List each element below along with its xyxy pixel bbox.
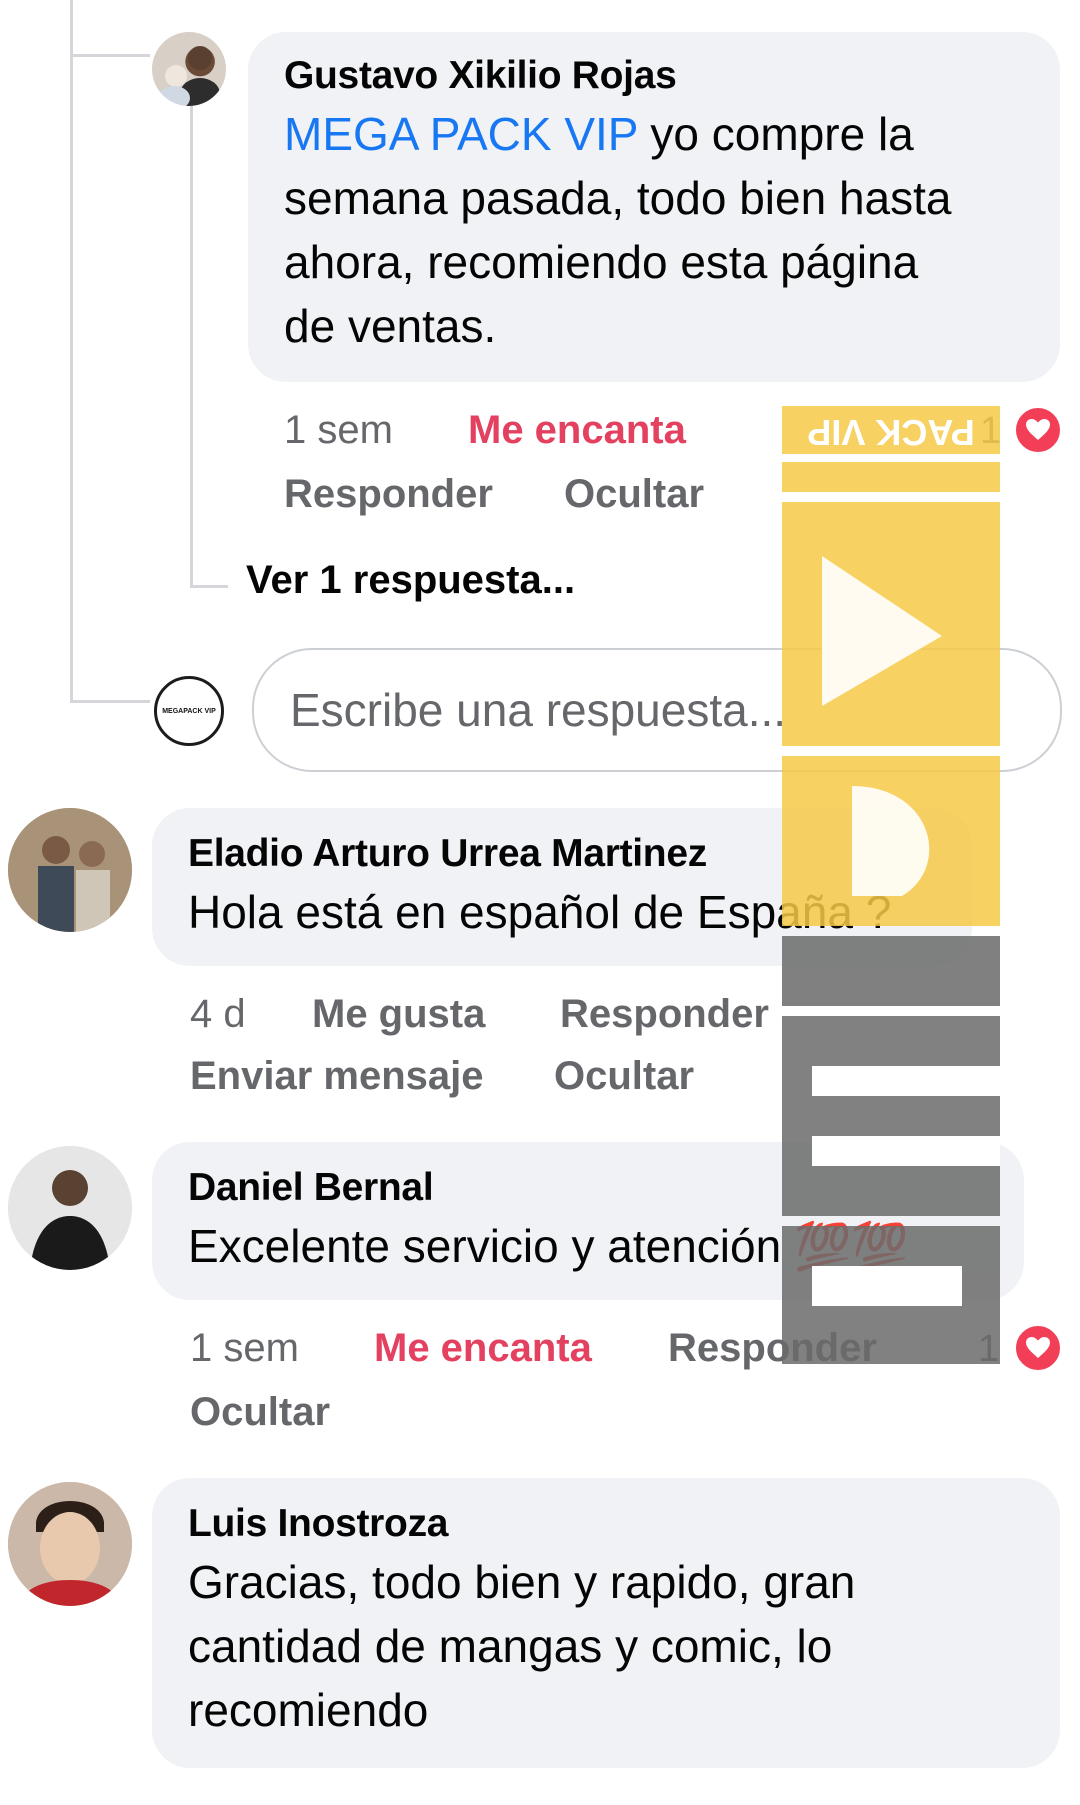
avatar[interactable] [8, 1482, 132, 1606]
comment-bubble: Eladio Arturo Urrea Martinez Hola está e… [152, 808, 972, 966]
watermark-top-text: PACK VIP [807, 412, 974, 453]
avatar-photo-icon [8, 1146, 132, 1270]
avatar[interactable] [8, 808, 132, 932]
heart-reaction-icon[interactable] [1012, 404, 1064, 456]
reply-button[interactable]: Responder [668, 1326, 877, 1371]
hundred-points-emoji: 💯💯 [793, 1220, 909, 1272]
comment-bubble: Luis Inostroza Gracias, todo bien y rapi… [152, 1478, 1060, 1768]
reply-bubble: Gustavo Xikilio Rojas MEGA PACK VIP yo c… [248, 32, 1060, 382]
comment-time[interactable]: 4 d [190, 992, 246, 1037]
hide-button[interactable]: Ocultar [554, 1054, 694, 1099]
page-avatar-text: MEGAPACK VIP [162, 707, 216, 715]
comment-time[interactable]: 1 sem [190, 1326, 299, 1371]
comment-bubble: Daniel Bernal Excelente servicio y atenc… [152, 1142, 1024, 1300]
hide-button[interactable]: Ocultar [564, 472, 704, 517]
avatar[interactable] [8, 1146, 132, 1270]
thread-line-outer [70, 0, 73, 700]
reaction-count[interactable]: 1 [980, 410, 1001, 453]
reaction-button[interactable]: Me encanta [374, 1326, 592, 1371]
comment-text: Excelente servicio y atención 💯💯 [188, 1220, 909, 1272]
reaction-button[interactable]: Me encanta [468, 408, 686, 453]
comment-text: MEGA PACK VIP yo compre la semana pasada… [284, 108, 952, 352]
avatar-photo-icon [8, 808, 132, 932]
avatar[interactable] [152, 32, 226, 106]
reply-input[interactable]: Escribe una respuesta... [252, 648, 1062, 772]
comment-text: Gracias, todo bien y rapido, gran cantid… [188, 1556, 856, 1736]
mention-link[interactable]: MEGA PACK VIP [284, 108, 638, 160]
reply-button[interactable]: Responder [560, 992, 769, 1037]
hide-button[interactable]: Ocultar [190, 1390, 330, 1435]
page-avatar: MEGAPACK VIP [154, 676, 224, 746]
thread-line-outer-branch2 [70, 700, 150, 703]
avatar-photo-icon [158, 46, 220, 106]
comment-time[interactable]: 1 sem [284, 408, 393, 453]
comment-text: Hola está en español de España ? [188, 886, 892, 938]
thread-line-outer-branch [70, 54, 150, 57]
send-message-button[interactable]: Enviar mensaje [190, 1054, 484, 1099]
see-replies-link[interactable]: Ver 1 respuesta... [246, 558, 575, 603]
reply-button[interactable]: Responder [284, 472, 493, 517]
avatar-photo-icon [8, 1482, 132, 1606]
comment-author[interactable]: Eladio Arturo Urrea Martinez [188, 832, 972, 876]
thread-line-inner [190, 105, 193, 585]
heart-reaction-icon[interactable] [1012, 1322, 1064, 1374]
reaction-count[interactable]: 1 [978, 1328, 999, 1371]
comment-author[interactable]: Gustavo Xikilio Rojas [284, 54, 1060, 98]
comment-author[interactable]: Luis Inostroza [188, 1502, 1060, 1546]
thread-line-inner-branch [190, 585, 228, 588]
like-button[interactable]: Me gusta [312, 992, 485, 1037]
comment-author[interactable]: Daniel Bernal [188, 1166, 1024, 1210]
